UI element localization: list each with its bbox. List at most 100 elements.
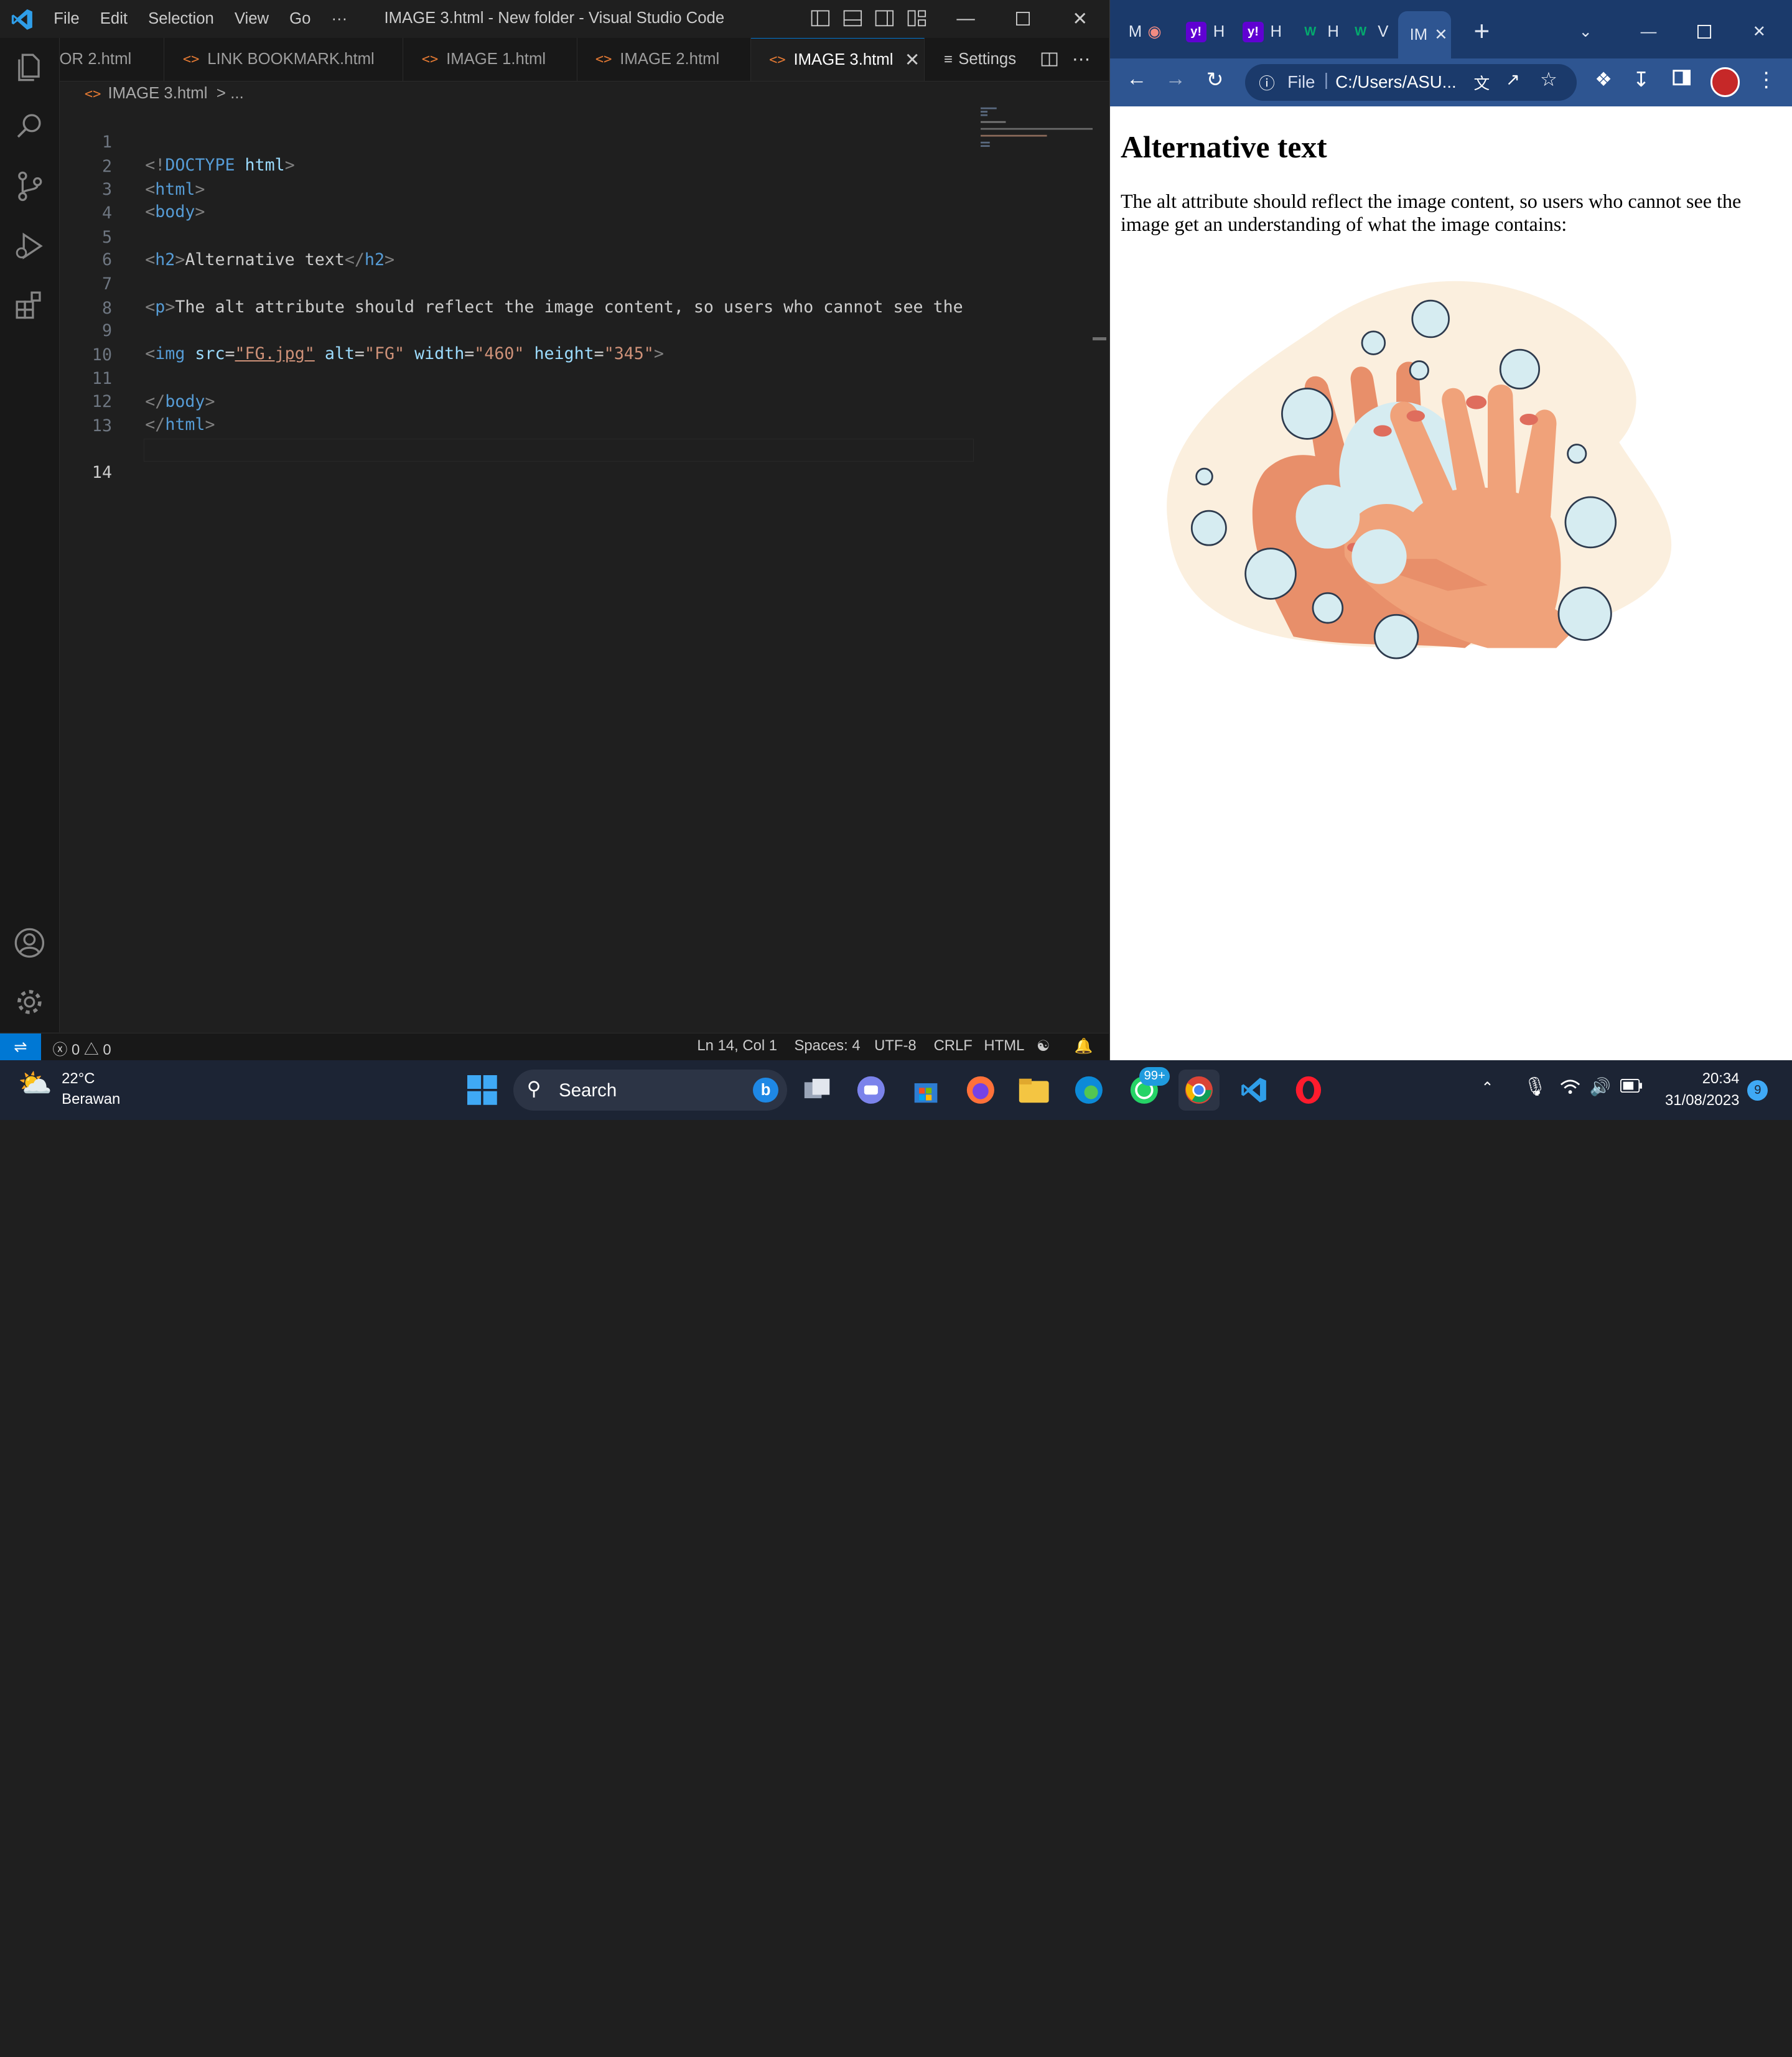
close-icon[interactable]: ✕ <box>1052 0 1109 38</box>
browser-tab[interactable]: y! H <box>1243 11 1282 52</box>
tab-link-bookmark[interactable]: <> LINK BOOKMARK.html <box>164 37 404 82</box>
chrome-icon[interactable] <box>1178 1070 1220 1111</box>
notifications-bell-icon[interactable]: 🔔 <box>1074 1037 1093 1055</box>
maximize-icon[interactable] <box>1697 11 1712 52</box>
translate-icon[interactable]: 文 <box>1473 71 1490 94</box>
browser-tab[interactable]: y! H <box>1185 11 1225 52</box>
web-page: Alternative text The alt attribute shoul… <box>1110 106 1792 1061</box>
tab-image-2[interactable]: <> IMAGE 2.html <box>577 37 751 82</box>
clock-time: 20:34 <box>1702 1070 1740 1088</box>
task-view-icon[interactable] <box>796 1070 838 1111</box>
minimap[interactable] <box>974 105 1093 1031</box>
problems-indicator[interactable]: ⓧ 0 △ 0 <box>52 1037 111 1059</box>
new-tab-plus-icon[interactable]: + <box>1473 11 1490 52</box>
end-of-line[interactable]: CRLF <box>934 1037 973 1055</box>
scrollbar-thumb[interactable] <box>1092 337 1106 341</box>
language-mode[interactable]: HTML <box>984 1037 1024 1055</box>
whatsapp-icon[interactable]: 99+ <box>1123 1067 1170 1111</box>
close-icon[interactable]: ✕ <box>1753 11 1766 52</box>
menu-selection[interactable]: Selection <box>138 10 225 28</box>
menu-view[interactable]: View <box>224 10 279 28</box>
tab-title: V <box>1378 22 1389 40</box>
breadcrumb-rest[interactable]: ... <box>230 85 243 102</box>
customize-layout-icon[interactable] <box>905 7 928 30</box>
accounts-icon[interactable] <box>11 925 48 961</box>
notification-count-badge[interactable]: 9 <box>1747 1080 1768 1101</box>
code-line: 4 <box>60 179 974 223</box>
tab-title: IM <box>1409 26 1428 44</box>
info-icon[interactable]: ⓘ <box>1259 71 1275 94</box>
toggle-secondary-sidebar-icon[interactable] <box>873 7 896 30</box>
remote-indicator-icon[interactable]: ⇌ <box>0 1033 42 1061</box>
vscode-logo-icon <box>11 9 32 30</box>
html-file-icon: <> <box>182 52 200 67</box>
address-separator: | <box>1323 70 1329 89</box>
extensions-puzzle-icon[interactable]: ❖ <box>1595 68 1612 91</box>
download-icon[interactable]: ↧ <box>1633 67 1650 92</box>
vscode-taskbar-icon[interactable] <box>1233 1070 1274 1111</box>
w3schools-favicon-icon: W <box>1304 24 1317 39</box>
chrome-menu-kebab-icon[interactable]: ⋮ <box>1756 67 1776 92</box>
manage-gear-icon[interactable] <box>11 984 48 1020</box>
taskbar-search-box[interactable]: ⚲ Search b <box>513 1070 788 1111</box>
opera-icon[interactable] <box>1288 1070 1329 1111</box>
side-panel-icon[interactable] <box>1673 68 1691 92</box>
browser-tab[interactable]: W H <box>1300 11 1339 52</box>
run-debug-icon[interactable] <box>11 228 48 264</box>
menu-more[interactable]: ··· <box>321 10 358 28</box>
bookmark-star-icon[interactable]: ☆ <box>1540 68 1557 91</box>
address-bar[interactable]: ⓘ File | C:/Users/ASU... 文 ↗ ☆ <box>1245 63 1577 101</box>
tab-image-1[interactable]: <> IMAGE 1.html <box>403 37 577 82</box>
search-icon[interactable] <box>11 108 48 145</box>
tab-settings[interactable]: ≡ Settings <box>944 38 1016 82</box>
back-arrow-icon[interactable]: ← <box>1126 67 1147 91</box>
split-editor-icon[interactable] <box>1039 38 1060 82</box>
tab-image-3[interactable]: <> IMAGE 3.html ✕ <box>750 37 925 82</box>
toggle-panel-icon[interactable] <box>841 7 864 30</box>
browser-tab-active[interactable]: IM ✕ <box>1398 11 1451 58</box>
system-clock[interactable]: 20:34 31/08/2023 <box>1665 1068 1739 1112</box>
browser-tab[interactable]: W V <box>1350 11 1388 52</box>
cursor-position[interactable]: Ln 14, Col 1 <box>697 1037 777 1055</box>
tab-or-2[interactable]: OR 2.html <box>59 37 165 82</box>
breadcrumb-file[interactable]: IMAGE 3.html <box>108 85 207 102</box>
recording-icon: ◉ <box>1147 23 1162 41</box>
profile-avatar[interactable] <box>1710 67 1740 98</box>
menu-go[interactable]: Go <box>279 10 321 28</box>
microphone-icon[interactable]: 🎙 <box>1523 1076 1546 1098</box>
code-editor[interactable]: 1 <!DOCTYPE html> 2 <html> 3 <body> 4 5 … <box>60 105 974 1031</box>
window-controls: — ✕ <box>937 0 1108 38</box>
maximize-icon[interactable] <box>994 0 1052 38</box>
tab-search-chevron-icon[interactable]: ⌄ <box>1579 11 1592 52</box>
tab-close-icon[interactable]: ✕ <box>1434 26 1448 44</box>
more-actions-icon[interactable]: ⋯ <box>1072 38 1090 82</box>
indentation[interactable]: Spaces: 4 <box>795 1037 861 1055</box>
edge-browser-icon[interactable] <box>1068 1070 1109 1111</box>
yahoo-favicon-icon: y! <box>1185 21 1206 42</box>
share-icon[interactable]: ↗ <box>1506 70 1520 90</box>
wifi-icon[interactable] <box>1560 1079 1580 1099</box>
explorer-icon[interactable] <box>11 49 48 86</box>
menu-file[interactable]: File <box>44 10 90 28</box>
browser-tab[interactable]: M ◉ <box>1129 11 1162 52</box>
reload-icon[interactable]: ↻ <box>1206 67 1224 92</box>
source-control-icon[interactable] <box>11 168 48 205</box>
file-explorer-icon[interactable] <box>1014 1070 1055 1111</box>
encoding[interactable]: UTF-8 <box>874 1037 917 1055</box>
toggle-primary-sidebar-icon[interactable] <box>809 7 832 30</box>
feedback-icon[interactable]: ☯ <box>1037 1037 1050 1055</box>
extensions-icon[interactable] <box>11 287 48 324</box>
minimize-icon[interactable]: — <box>937 0 994 38</box>
firefox-icon[interactable] <box>960 1070 1001 1111</box>
teams-chat-icon[interactable] <box>851 1070 892 1111</box>
minimize-icon[interactable]: — <box>1641 11 1657 52</box>
start-windows-icon[interactable] <box>462 1070 503 1111</box>
microsoft-store-icon[interactable] <box>905 1070 946 1111</box>
volume-icon[interactable]: 🔊 <box>1590 1076 1611 1097</box>
tab-close-icon[interactable]: ✕ <box>905 49 920 71</box>
page-heading: Alternative text <box>1120 129 1327 164</box>
show-hidden-icons-chevron-icon[interactable]: ⌃ <box>1481 1079 1493 1097</box>
menu-edit[interactable]: Edit <box>90 10 138 28</box>
battery-icon[interactable] <box>1620 1078 1643 1097</box>
forward-arrow-icon[interactable]: → <box>1165 67 1186 91</box>
